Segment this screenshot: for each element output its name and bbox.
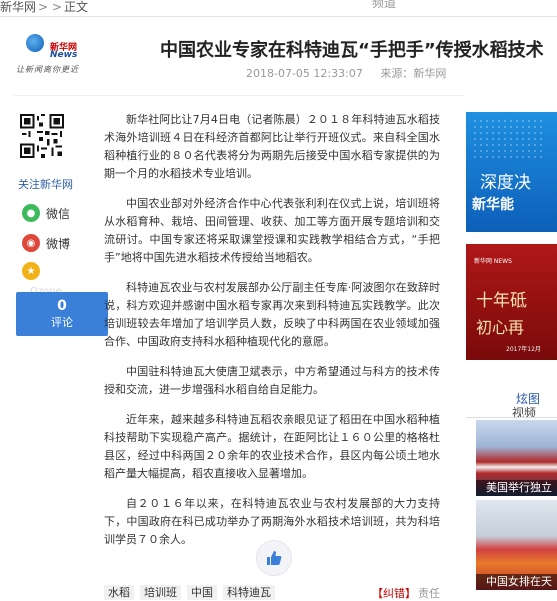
star-icon: ★ (22, 262, 40, 280)
share-wechat-button[interactable]: ● 微信 (22, 204, 70, 222)
tab-videos[interactable]: 视频 (512, 404, 536, 421)
banner-ad-decade-line1: 十年砥 (476, 291, 527, 311)
article-paragraph: 新华社阿比让7月4日电（记者陈晨）２０１８年科特迪瓦水稻技术海外培训班４日在科经… (104, 113, 440, 180)
header-divider (14, 95, 464, 96)
photo-card-independence[interactable]: 美国举行独立 (476, 420, 557, 496)
photo-caption: 中国女排在天 (476, 574, 557, 590)
banner-ad-decade-line2: 初心再 (476, 318, 525, 337)
tag-link[interactable]: 水稻 (104, 585, 134, 600)
report-error-label: 纠错 (383, 587, 405, 600)
banner-pattern (472, 118, 542, 158)
comment-label: 评论 (51, 316, 73, 329)
breadcrumb-current: 正文 (63, 0, 88, 14)
media-tabs: 炫图 视频 (466, 388, 557, 420)
share-wechat-label: 微信 (46, 206, 71, 221)
editor-label: 责任 (418, 587, 440, 600)
logo-slogan: 让新闻离你更近 (16, 65, 79, 74)
like-button[interactable] (256, 540, 292, 576)
breadcrumb: 新华网 > > 正文 (0, 0, 88, 15)
follow-xinhuanet-link[interactable]: 关注新华网 (18, 176, 73, 192)
article-paragraph: 近年来，越来越多科特迪瓦稻农亲眼见证了稻田在中国水稻种植科技帮助下实现稳产高产。… (104, 413, 440, 480)
comment-count: 0 (57, 298, 67, 314)
article-paragraph: 中国农业部对外经济合作中心代表张利利在仪式上说，培训班将从水稻育种、栽培、田间管… (104, 197, 440, 264)
publish-time: 2018-07-05 12:33:07 (246, 67, 363, 80)
share-weibo-button[interactable]: ◉ 微博 (22, 234, 70, 252)
article-body: 新华社阿比让7月4日电（记者陈晨）２０１８年科特迪瓦水稻技术海外培训班４日在科经… (104, 111, 440, 561)
tag-list: 水稻 培训班 中国 科特迪瓦 (104, 585, 275, 600)
breadcrumb-separator: > > (38, 0, 62, 14)
banner-ad-depth-line2: 新华能 (472, 197, 514, 213)
wechat-icon: ● (22, 204, 40, 222)
banner-ad-depth[interactable]: 深度决 新华能 (466, 112, 557, 232)
photo-caption: 美国举行独立 (476, 480, 557, 496)
globe-icon (26, 34, 44, 52)
share-qzone-button[interactable]: ★ (22, 262, 46, 280)
comment-button[interactable]: 0 评论 (16, 292, 108, 336)
channel-link[interactable]: 频道 (372, 0, 396, 11)
banner-ad-decade-logo: 新华网 NEWS (474, 258, 512, 265)
logo-brand-en: News (50, 50, 78, 60)
article-paragraph: 中国驻科特迪瓦大使唐卫斌表示，中方希望通过与科方的技术传授和交流，进一步增强科水… (104, 365, 440, 396)
weibo-icon: ◉ (22, 234, 40, 252)
article-meta: 2018-07-05 12:33:07 来源：新华网 (246, 65, 460, 81)
media-divider (466, 417, 557, 418)
share-weibo-label: 微博 (46, 236, 71, 251)
banner-ad-decade[interactable]: 新华网 NEWS 十年砥 初心再 2017年12月 (466, 244, 557, 360)
tag-link[interactable]: 中国 (187, 585, 217, 600)
tag-link[interactable]: 培训班 (140, 585, 181, 600)
article-paragraph: 科特迪瓦农业与农村发展部办公厅副主任专库·阿波图尔在致辞时说，科方欢迎并感谢中国… (104, 281, 440, 348)
tag-link[interactable]: 科特迪瓦 (223, 585, 275, 600)
article-source: 来源：新华网 (380, 67, 447, 80)
thumbs-up-icon (267, 551, 282, 565)
top-divider (0, 16, 557, 17)
xinhuanet-logo[interactable]: 新华网 News 让新闻离你更近 (14, 30, 94, 80)
report-error-link[interactable]: 【纠错】 (372, 585, 416, 601)
page-title: 中国农业专家在科特迪瓦“手把手”传授水稻技术 (160, 40, 544, 61)
banner-ad-depth-line1: 深度决 (480, 173, 531, 193)
photo-card-volleyball[interactable]: 中国女排在天 (476, 500, 557, 590)
breadcrumb-home-link[interactable]: 新华网 (0, 0, 36, 14)
banner-ad-decade-date: 2017年12月 (506, 346, 541, 353)
qr-code (20, 114, 64, 158)
